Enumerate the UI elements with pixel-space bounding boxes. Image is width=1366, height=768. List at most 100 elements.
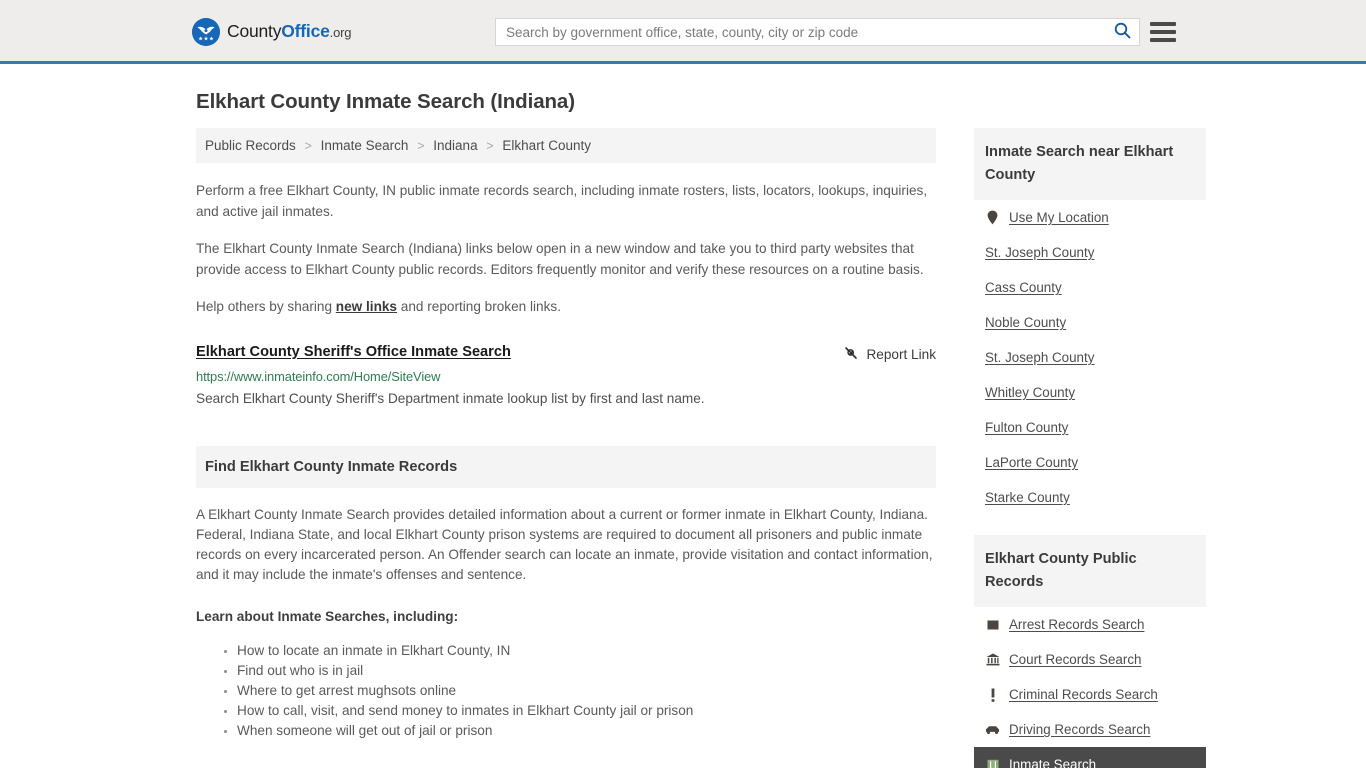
intro-paragraph-2: The Elkhart County Inmate Search (Indian… (196, 241, 924, 277)
list-item: How to locate an inmate in Elkhart Count… (237, 641, 936, 661)
sidebar-item-fulton-county[interactable]: Fulton County (974, 410, 1206, 445)
list-item: Whitley County (974, 375, 1206, 410)
menu-bar-3 (1150, 38, 1176, 42)
breadcrumb-separator: > (417, 139, 425, 153)
site-header: CountyOffice.org (0, 0, 1366, 64)
brand-part-county: County (227, 21, 282, 42)
new-links-link[interactable]: new links (336, 299, 397, 314)
public-records-list: Arrest Records Search Court Records Sear… (974, 607, 1206, 768)
list-item: Court Records Search (974, 642, 1206, 677)
brand-part-office: Office (281, 21, 330, 42)
main-content: Public Records > Inmate Search > Indiana… (196, 128, 936, 741)
intro-p3-after: and reporting broken links. (397, 299, 561, 314)
list-item: St. Joseph County (974, 235, 1206, 270)
sidebar-item-label: St. Joseph County (985, 245, 1095, 260)
sidebar-item-laporte-county[interactable]: LaPorte County (974, 445, 1206, 480)
page-title: Elkhart County Inmate Search (Indiana) (196, 90, 575, 113)
sidebar: Inmate Search near Elkhart County Use My… (974, 128, 1206, 768)
intro-text: Perform a free Elkhart County, IN public… (196, 180, 936, 317)
fingerprint-icon (985, 619, 1000, 631)
sidebar-item-label: St. Joseph County (985, 350, 1095, 365)
list-item: When someone will get out of jail or pri… (237, 721, 936, 741)
menu-bar-2 (1150, 30, 1176, 34)
sidebar-item-st-joseph-county-2[interactable]: St. Joseph County (974, 340, 1206, 375)
sidebar-item-driving-records-search[interactable]: Driving Records Search (974, 712, 1206, 747)
sidebar-item-label: Starke County (985, 490, 1070, 505)
result-title-link[interactable]: Elkhart County Sheriff's Office Inmate S… (196, 344, 511, 360)
list-item: Starke County (974, 480, 1206, 515)
inmate-icon (985, 759, 1000, 768)
result-description: Search Elkhart County Sheriff's Departme… (196, 391, 705, 406)
search-bar[interactable] (495, 18, 1140, 46)
list-item: St. Joseph County (974, 340, 1206, 375)
breadcrumb-separator: > (486, 139, 494, 153)
sidebar-item-whitley-county[interactable]: Whitley County (974, 375, 1206, 410)
eagle-seal-logo-icon (192, 18, 220, 46)
learn-about-list: How to locate an inmate in Elkhart Count… (196, 641, 936, 741)
list-item: Where to get arrest mughsots online (237, 681, 936, 701)
sidebar-item-label: Cass County (985, 280, 1062, 295)
sidebar-item-label: Driving Records Search (1009, 722, 1151, 737)
sidebar-item-label: Criminal Records Search (1009, 687, 1158, 702)
site-logo-text: CountyOffice.org (227, 23, 351, 41)
sidebar-item-label: Fulton County (985, 420, 1069, 435)
sidebar-item-court-records-search[interactable]: Court Records Search (974, 642, 1206, 677)
breadcrumb-item-inmate-search[interactable]: Inmate Search (321, 138, 409, 153)
list-item: Noble County (974, 305, 1206, 340)
list-item: Cass County (974, 270, 1206, 305)
sidebar-item-label: Use My Location (1009, 210, 1109, 225)
nearby-inmate-search-box: Inmate Search near Elkhart County Use My… (974, 128, 1206, 515)
breadcrumb: Public Records > Inmate Search > Indiana… (196, 128, 936, 163)
result-url: https://www.inmateinfo.com/Home/SiteView (196, 369, 441, 384)
menu-bar-1 (1150, 22, 1176, 26)
public-records-box-heading: Elkhart County Public Records (974, 535, 1206, 607)
sidebar-item-inmate-search[interactable]: Inmate Search (974, 747, 1206, 768)
list-item: Fulton County (974, 410, 1206, 445)
search-icon (1114, 22, 1131, 42)
find-records-body: A Elkhart County Inmate Search provides … (196, 505, 936, 741)
courthouse-icon (985, 653, 1000, 666)
site-logo-link[interactable]: CountyOffice.org (192, 18, 351, 46)
report-link-button[interactable]: Report Link (843, 344, 936, 364)
list-item: LaPorte County (974, 445, 1206, 480)
sidebar-item-label: Arrest Records Search (1009, 617, 1145, 632)
brand-part-org: .org (329, 25, 352, 41)
list-item: Driving Records Search (974, 712, 1206, 747)
breadcrumb-item-elkhart-county[interactable]: Elkhart County (502, 138, 591, 153)
sidebar-item-arrest-records-search[interactable]: Arrest Records Search (974, 607, 1206, 642)
find-records-section: Find Elkhart County Inmate Records A Elk… (196, 446, 936, 741)
sidebar-item-criminal-records-search[interactable]: Criminal Records Search (974, 677, 1206, 712)
sidebar-item-label: Inmate Search (1009, 757, 1097, 768)
sidebar-item-cass-county[interactable]: Cass County (974, 270, 1206, 305)
find-records-paragraph: A Elkhart County Inmate Search provides … (196, 507, 933, 582)
broken-link-icon (843, 345, 859, 364)
intro-paragraph-1: Perform a free Elkhart County, IN public… (196, 183, 928, 219)
public-records-box: Elkhart County Public Records Arrest Rec… (974, 535, 1206, 768)
list-item: How to call, visit, and send money to in… (237, 701, 936, 721)
sidebar-item-st-joseph-county[interactable]: St. Joseph County (974, 235, 1206, 270)
sidebar-item-label: Whitley County (985, 385, 1076, 400)
search-button[interactable] (1105, 19, 1139, 45)
nearby-county-list: Use My Location St. Joseph County Cass C… (974, 200, 1206, 515)
intro-paragraph-3: Help others by sharing new links and rep… (196, 296, 936, 317)
content-columns: Public Records > Inmate Search > Indiana… (196, 128, 1206, 768)
breadcrumb-item-public-records[interactable]: Public Records (205, 138, 296, 153)
result-header-row: Elkhart County Sheriff's Office Inmate S… (196, 344, 936, 364)
list-item: Criminal Records Search (974, 677, 1206, 712)
exclamation-icon (985, 688, 1000, 702)
list-item: Inmate Search (974, 747, 1206, 768)
sidebar-item-label: Court Records Search (1009, 652, 1142, 667)
intro-p3-before: Help others by sharing (196, 299, 336, 314)
result-item: Elkhart County Sheriff's Office Inmate S… (196, 344, 936, 408)
list-item: Use My Location (974, 200, 1206, 235)
search-input[interactable] (496, 19, 1105, 45)
learn-about-heading: Learn about Inmate Searches, including: (196, 609, 459, 624)
sidebar-item-noble-county[interactable]: Noble County (974, 305, 1206, 340)
hamburger-menu-icon[interactable] (1150, 20, 1176, 44)
nearby-box-heading: Inmate Search near Elkhart County (974, 128, 1206, 200)
sidebar-item-starke-county[interactable]: Starke County (974, 480, 1206, 515)
list-item: Arrest Records Search (974, 607, 1206, 642)
breadcrumb-item-indiana[interactable]: Indiana (433, 138, 477, 153)
sidebar-item-use-my-location[interactable]: Use My Location (974, 200, 1206, 235)
